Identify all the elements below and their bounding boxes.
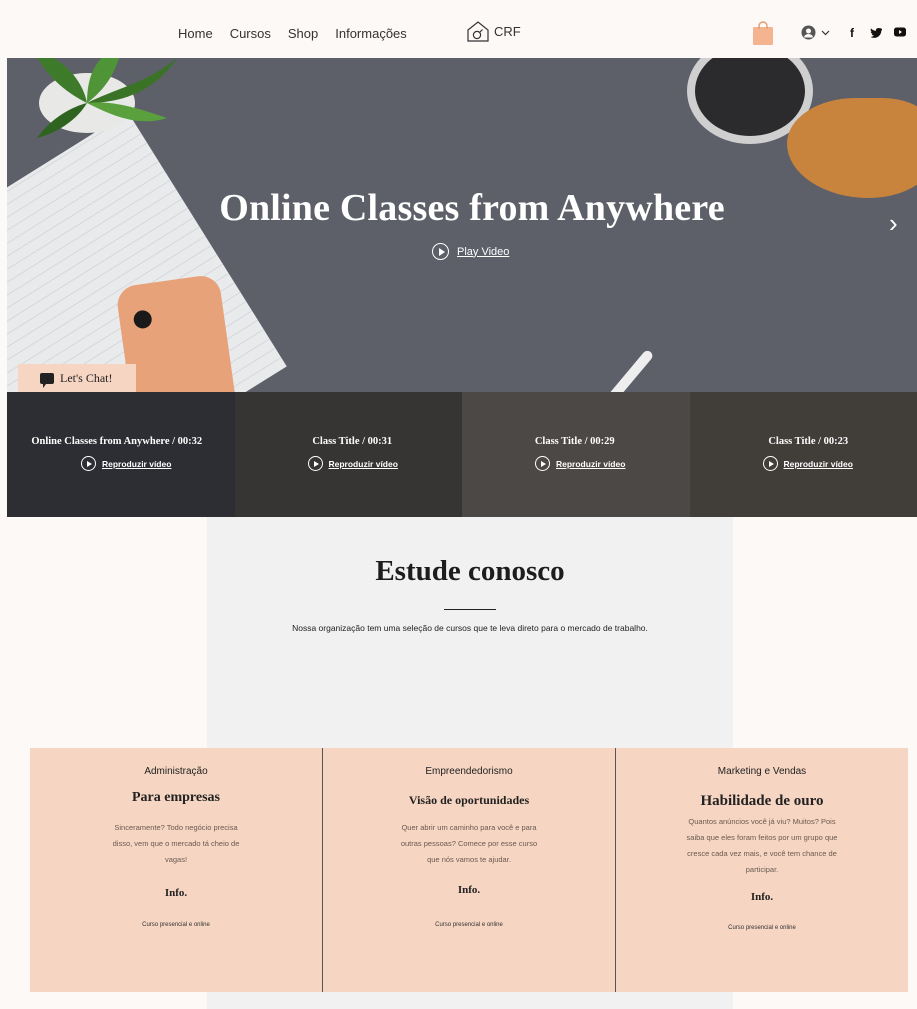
video-title: Online Classes from Anywhere / 00:32 xyxy=(31,436,203,447)
course-format: Curso presencial e online xyxy=(728,925,796,931)
nav-shop[interactable]: Shop xyxy=(288,26,318,41)
video-title: Class Title / 00:23 xyxy=(768,436,849,447)
info-link[interactable]: Info. xyxy=(30,887,322,899)
house-logo-icon xyxy=(467,21,489,42)
logo-text: CRF xyxy=(494,23,521,39)
play-icon xyxy=(762,456,778,471)
course-format: Curso presencial e online xyxy=(435,922,503,928)
chat-label: Let's Chat! xyxy=(60,370,113,385)
play-video-label: Reproduzir vídeo xyxy=(556,458,626,469)
section-title: Estude conosco xyxy=(375,555,565,587)
course-card: Administração Para empresas Sinceramente… xyxy=(30,748,322,992)
croissant-image xyxy=(787,98,917,198)
video-title: Class Title / 00:31 xyxy=(312,436,393,447)
chat-button[interactable]: Let's Chat! xyxy=(18,364,136,392)
info-link[interactable]: Info. xyxy=(616,891,908,903)
course-description: Quer abrir um caminho para você e para o… xyxy=(400,823,538,864)
course-category: Administração xyxy=(144,766,208,777)
course-category: Empreendedorismo xyxy=(425,766,513,777)
course-title: Visão de oportunidades xyxy=(408,793,530,807)
video-gallery: Online Classes from Anywhere / 00:32 Rep… xyxy=(7,392,917,517)
course-cards: Administração Para empresas Sinceramente… xyxy=(30,748,908,992)
course-description: Sinceramente? Todo negócio precisa disso… xyxy=(112,823,240,864)
site-logo[interactable]: CRF xyxy=(466,20,521,42)
plant-image xyxy=(27,58,187,138)
social-links: f xyxy=(846,27,906,39)
play-video-label: Reproduzir vídeo xyxy=(783,458,853,469)
course-card: Marketing e Vendas Habilidade de ouro Qu… xyxy=(615,748,908,992)
play-video-label: Reproduzir vídeo xyxy=(102,458,172,469)
course-format: Curso presencial e online xyxy=(142,922,210,928)
nav-home[interactable]: Home xyxy=(178,26,213,41)
play-video-label: Play Video xyxy=(457,245,510,258)
site-header: Home Cursos Shop Informações CRF f xyxy=(0,0,917,58)
section-subtitle: Nossa organização tem uma seleção de cur… xyxy=(292,623,648,633)
play-icon xyxy=(432,243,449,260)
course-title: Habilidade de ouro xyxy=(700,793,824,809)
study-section-bottom xyxy=(207,992,733,1009)
play-video-button[interactable]: Play Video xyxy=(432,243,509,260)
play-video-label: Reproduzir vídeo xyxy=(328,458,398,469)
shopping-bag-icon[interactable] xyxy=(752,21,774,45)
course-category: Marketing e Vendas xyxy=(717,766,807,777)
main-nav: Home Cursos Shop Informações xyxy=(178,26,407,41)
video-tile[interactable]: Class Title / 00:31 Reproduzir vídeo xyxy=(234,392,462,517)
video-tile[interactable]: Class Title / 00:29 Reproduzir vídeo xyxy=(462,392,690,517)
hero-banner: Online Classes from Anywhere Play Video … xyxy=(7,58,917,392)
nav-informacoes[interactable]: Informações xyxy=(335,26,407,41)
course-card: Empreendedorismo Visão de oportunidades … xyxy=(322,748,615,992)
play-video-button[interactable]: Reproduzir vídeo xyxy=(762,456,853,471)
play-icon xyxy=(535,456,550,471)
play-video-button[interactable]: Reproduzir vídeo xyxy=(535,456,625,471)
twitter-icon[interactable] xyxy=(870,27,883,39)
user-avatar-icon xyxy=(801,25,816,40)
hero-title: Online Classes from Anywhere xyxy=(219,187,725,229)
facebook-icon[interactable]: f xyxy=(846,27,858,39)
youtube-icon[interactable] xyxy=(894,27,906,39)
title-divider xyxy=(444,609,496,610)
video-title: Class Title / 00:29 xyxy=(534,436,615,447)
video-tile[interactable]: Online Classes from Anywhere / 00:32 Rep… xyxy=(7,392,235,517)
video-tile[interactable]: Class Title / 00:23 Reproduzir vídeo xyxy=(689,392,917,517)
play-icon xyxy=(81,456,96,471)
play-video-button[interactable]: Reproduzir vídeo xyxy=(307,456,398,471)
chevron-right-icon[interactable]: › xyxy=(889,210,898,236)
study-section: Estude conosco Nossa organização tem uma… xyxy=(207,517,733,749)
chevron-down-icon xyxy=(821,30,830,35)
pen-image xyxy=(569,348,655,392)
chat-bubble-icon xyxy=(40,372,54,388)
nav-cursos[interactable]: Cursos xyxy=(230,26,271,41)
info-link[interactable]: Info. xyxy=(323,884,615,896)
play-video-button[interactable]: Reproduzir vídeo xyxy=(81,456,171,471)
account-menu[interactable] xyxy=(801,25,830,40)
course-title: Para empresas xyxy=(132,790,220,805)
play-icon xyxy=(307,456,323,471)
course-description: Quantos anúncios você já viu? Muitos? Po… xyxy=(686,817,838,874)
